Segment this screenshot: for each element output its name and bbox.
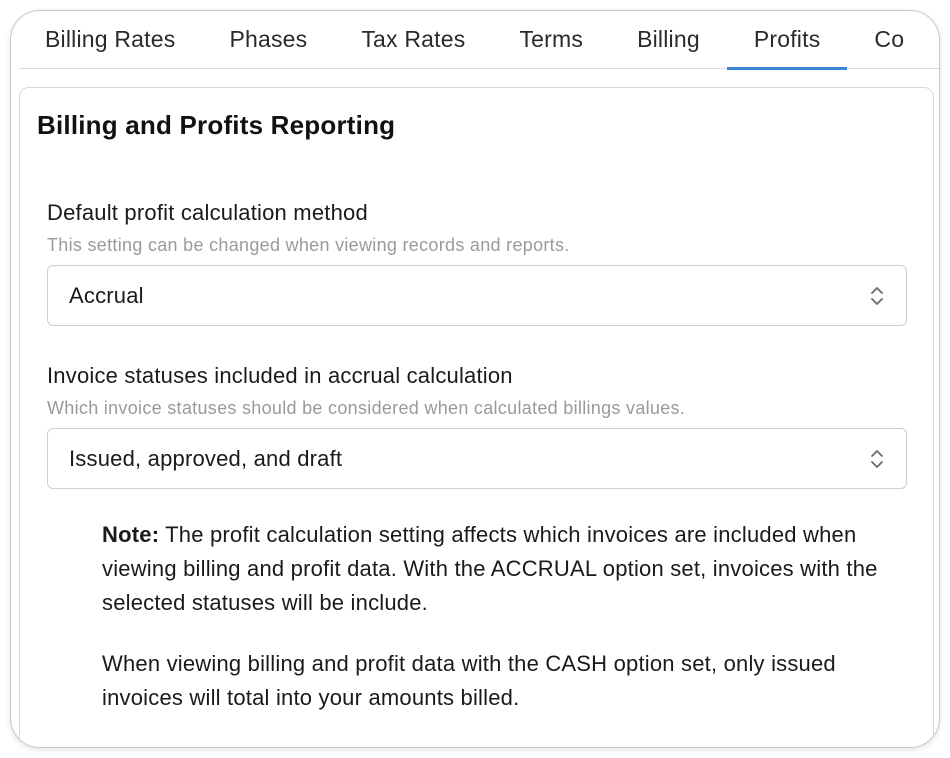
chevron-up-down-icon <box>871 449 883 468</box>
tab-phases[interactable]: Phases <box>202 11 334 68</box>
chevron-up-down-icon <box>871 286 883 305</box>
invoice-statuses-value: Issued, approved, and draft <box>69 445 343 471</box>
billing-profits-card: Billing and Profits Reporting Default pr… <box>19 87 934 747</box>
invoice-statuses-help: Which invoice statuses should be conside… <box>47 398 686 418</box>
tab-tax-rates[interactable]: Tax Rates <box>334 11 492 68</box>
accrual-note: Note: The profit calculation setting aff… <box>102 518 912 620</box>
app-window: Billing Rates Phases Tax Rates Terms Bil… <box>10 10 940 748</box>
card-title: Billing and Profits Reporting <box>37 110 396 140</box>
tab-billing[interactable]: Billing <box>610 11 727 68</box>
profit-method-label: Default profit calculation method <box>47 200 368 225</box>
profit-method-help: This setting can be changed when viewing… <box>47 235 570 255</box>
cash-note: When viewing billing and profit data wit… <box>102 651 836 710</box>
tab-profits[interactable]: Profits <box>726 11 848 70</box>
note-prefix: Note: <box>102 522 160 547</box>
tab-billing-rates[interactable]: Billing Rates <box>19 11 202 68</box>
tab-co-truncated[interactable]: Co <box>847 11 931 68</box>
profit-method-select[interactable]: Accrual <box>47 265 907 326</box>
note-text: The profit calculation setting affects w… <box>102 522 878 615</box>
invoice-statuses-select[interactable]: Issued, approved, and draft <box>47 428 907 489</box>
invoice-statuses-label: Invoice statuses included in accrual cal… <box>47 363 513 388</box>
profit-method-value: Accrual <box>69 282 144 308</box>
tab-terms[interactable]: Terms <box>492 11 610 68</box>
tab-bar: Billing Rates Phases Tax Rates Terms Bil… <box>19 11 939 70</box>
